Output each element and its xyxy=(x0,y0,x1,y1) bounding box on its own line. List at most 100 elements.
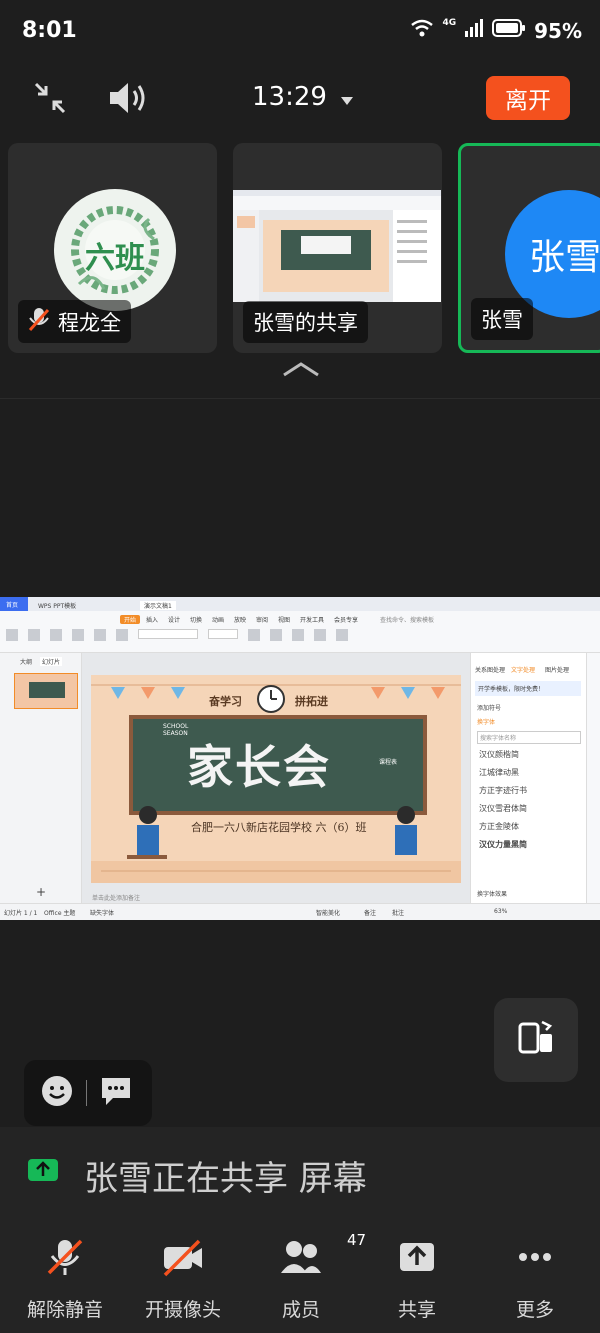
panel-tab[interactable]: 关系图处理 xyxy=(475,665,505,674)
participant-strip[interactable]: 六班 程龙全 张雪的共享 张雪 张雪 xyxy=(0,143,600,355)
font-option[interactable]: 方正字迹行书 xyxy=(479,785,527,796)
notes-toggle[interactable]: 备注 xyxy=(364,908,376,917)
slide-canvas[interactable]: 奋学习 拼拓进 SCHOOL SEASON 家长会 课程表 合肥一六八新店花园学… xyxy=(82,653,470,903)
emoji-icon[interactable] xyxy=(40,1074,74,1112)
toolbar-icon[interactable] xyxy=(116,629,128,641)
ribbon-tab[interactable]: 放映 xyxy=(234,615,246,624)
network-label: 4G xyxy=(442,17,457,28)
font-option[interactable]: 汉仪雪君体简 xyxy=(479,803,527,814)
promo-notice[interactable]: 开学季模板，限时免费！ xyxy=(475,681,581,696)
avatar-text: 六班 xyxy=(85,241,145,276)
toolbar-icon[interactable] xyxy=(50,629,62,641)
switch-view-button[interactable] xyxy=(494,998,578,1082)
slide-counter: 幻灯片 1 / 1 xyxy=(4,910,38,917)
collapse-chevron-icon[interactable] xyxy=(282,360,320,382)
unmute-label: 解除静音 xyxy=(26,1299,103,1321)
font-effects-link[interactable]: 换字体效果 xyxy=(477,889,507,898)
shared-screen-view[interactable]: 首页 WPS PPT模板 演示文稿1 开始 插入 设计 切换 动画 放映 审阅 … xyxy=(0,597,600,920)
missing-font[interactable]: 缺失字体 xyxy=(90,908,114,917)
font-option[interactable]: 方正金陵体 xyxy=(479,821,519,832)
share-arrow-icon xyxy=(28,1159,58,1181)
ribbon-tab[interactable]: 切换 xyxy=(190,615,202,624)
ribbon-tab[interactable]: 视图 xyxy=(278,615,290,624)
participant-tile[interactable]: 六班 程龙全 xyxy=(8,143,217,353)
switch-screen-icon xyxy=(514,1016,558,1064)
share-button[interactable]: 共享 xyxy=(362,1237,472,1322)
camera-button[interactable]: 开摄像头 xyxy=(128,1237,238,1322)
font-search-input[interactable]: 搜索字体名称 xyxy=(477,731,581,744)
more-button[interactable]: 更多 xyxy=(480,1237,590,1322)
meeting-time-text: 13:29 xyxy=(252,82,327,112)
section-symbols[interactable]: 添加符号 xyxy=(477,703,501,712)
font-size-select[interactable] xyxy=(208,629,238,639)
participant-tile[interactable]: 张雪的共享 xyxy=(233,143,442,353)
font-option[interactable]: 汉仪颜楷简 xyxy=(479,749,519,760)
toolbar-icon[interactable] xyxy=(314,629,326,641)
leave-button[interactable]: 离开 xyxy=(486,76,570,120)
theme-name: Office 主题 xyxy=(44,910,76,917)
speaker-icon[interactable] xyxy=(106,80,148,120)
participant-name: 张雪的共享 xyxy=(253,311,358,335)
ribbon-tab[interactable]: 开发工具 xyxy=(300,615,324,624)
share-banner: 张雪正在共享 屏幕 xyxy=(0,1127,600,1217)
toolbar-icon[interactable] xyxy=(72,629,84,641)
toolbar-icon[interactable] xyxy=(94,629,106,641)
meeting-timer[interactable]: 13:29 xyxy=(252,82,353,112)
toolbar-icon[interactable] xyxy=(270,629,282,641)
toolbar-icon[interactable] xyxy=(336,629,348,641)
members-button[interactable]: 47 成员 xyxy=(246,1231,366,1322)
participant-tile-active-speaker[interactable]: 张雪 张雪 xyxy=(458,143,600,353)
members-icon: 47 xyxy=(279,1231,366,1281)
camera-label: 开摄像头 xyxy=(144,1299,221,1321)
slide[interactable]: 奋学习 拼拓进 SCHOOL SEASON 家长会 课程表 合肥一六八新店花园学… xyxy=(91,675,461,883)
battery-percent: 95% xyxy=(534,18,582,43)
shared-screen-thumbnail xyxy=(233,190,441,302)
comments-toggle[interactable]: 批注 xyxy=(392,908,404,917)
wifi-icon xyxy=(410,18,434,43)
divider xyxy=(86,1080,87,1106)
divider xyxy=(0,398,600,399)
font-option[interactable]: 汉仪力量黑简 xyxy=(479,839,527,850)
unmute-button[interactable]: 解除静音 xyxy=(10,1237,120,1322)
ribbon: 开始 插入 设计 切换 动画 放映 审阅 视图 开发工具 会员专享 查找命令、搜… xyxy=(0,611,600,653)
ribbon-tab[interactable]: 会员专享 xyxy=(334,615,358,624)
toolbar-icon[interactable] xyxy=(292,629,304,641)
slide-thumbnail[interactable] xyxy=(14,673,78,709)
search-input[interactable]: 查找命令、搜索模板 xyxy=(380,615,434,624)
zoom-level[interactable]: 63% xyxy=(494,908,507,915)
meeting-top-bar: 13:29 离开 xyxy=(0,64,600,136)
toolbar-icon[interactable] xyxy=(248,629,260,641)
ribbon-tab[interactable]: 开始 xyxy=(120,615,141,624)
toolbar-icon[interactable] xyxy=(6,629,18,641)
toolbar-icon[interactable] xyxy=(28,629,40,641)
ribbon-tab[interactable]: 插入 xyxy=(146,615,158,624)
minimize-window-icon[interactable] xyxy=(32,80,68,120)
ribbon-tab[interactable]: 审阅 xyxy=(256,615,268,624)
mic-muted-icon xyxy=(28,306,50,337)
app-tab[interactable]: WPS PPT模板 xyxy=(38,601,76,610)
smart-beautify[interactable]: 智能美化 xyxy=(316,908,340,917)
more-label: 更多 xyxy=(515,1299,554,1321)
share-status-text: 张雪正在共享 屏幕 xyxy=(84,1159,367,1199)
tab-outline[interactable]: 大纲 xyxy=(20,657,32,666)
panel-tab[interactable]: 图片处理 xyxy=(545,665,569,674)
chat-icon[interactable] xyxy=(99,1075,133,1111)
panel-tab[interactable]: 文字处理 xyxy=(511,665,535,674)
slide-panel: 大纲 幻灯片 + xyxy=(0,653,82,903)
add-slide-icon[interactable]: + xyxy=(36,885,46,899)
font-select[interactable] xyxy=(138,629,198,639)
slide-header-left: 奋学习 xyxy=(209,695,242,708)
app-tab[interactable]: 演示文稿1 xyxy=(140,601,176,610)
status-bar: 8:01 4G 95% xyxy=(0,0,600,64)
ribbon-tab[interactable]: 设计 xyxy=(168,615,180,624)
section-fonts[interactable]: 换字体 xyxy=(477,717,495,726)
app-statusbar: 幻灯片 1 / 1 Office 主题 缺失字体 智能美化 备注 批注 63% xyxy=(0,903,600,920)
members-label: 成员 xyxy=(281,1299,320,1321)
app-tab[interactable]: 首页 xyxy=(0,597,28,611)
notes-hint[interactable]: 单击此处添加备注 xyxy=(92,893,140,902)
app-titlebar: 首页 WPS PPT模板 演示文稿1 xyxy=(0,597,600,611)
share-label: 共享 xyxy=(397,1299,436,1321)
font-option[interactable]: 江城律动黑 xyxy=(479,767,519,778)
tab-slides[interactable]: 幻灯片 xyxy=(40,657,63,666)
ribbon-tab[interactable]: 动画 xyxy=(212,615,224,624)
